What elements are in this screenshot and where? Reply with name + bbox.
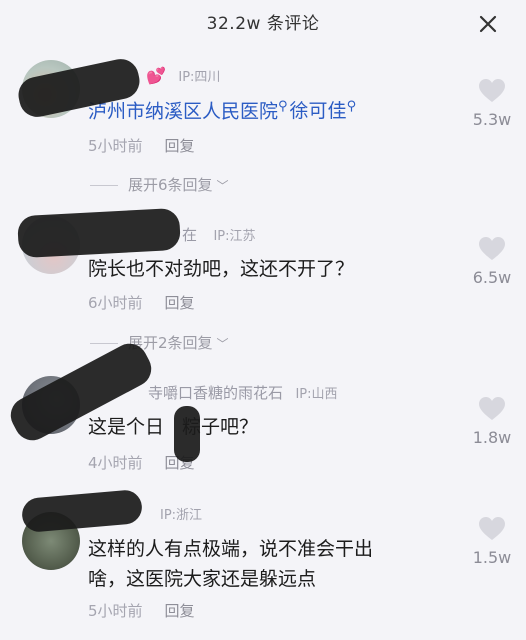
reply-button[interactable]: 回复	[165, 294, 195, 312]
comment-item: 💕 IP:四川 泸州市纳溪区人民医院⚲ 徐可佳⚲ 5小时前 回复 展开6条回复 ﹀ 5…	[0, 55, 526, 200]
heart-icon	[479, 237, 505, 260]
chevron-down-icon: ﹀	[216, 337, 229, 351]
comment-text-line: 这样的人有点极端，说不准会干出	[88, 538, 374, 560]
like-count: 5.3w	[472, 110, 512, 129]
like-count: 1.8w	[472, 428, 512, 447]
redaction-mark	[20, 488, 144, 534]
divider	[90, 185, 118, 186]
comment-text: 院长也不对劲吧，这还不开了？	[88, 258, 355, 280]
expand-replies-label: 展开6条回复	[128, 176, 213, 194]
expand-replies-button[interactable]: 展开6条回复 ﹀	[90, 174, 229, 195]
comment-time: 5小时前	[88, 602, 143, 620]
comment-item: 在 IP:江苏 院长也不对劲吧，这还不开了？ 6小时前 回复 展开2条回复 ﹀ 6.…	[0, 207, 526, 360]
like-button[interactable]: 5.3w	[464, 78, 520, 129]
comment-footer: 5小时前 回复	[88, 135, 195, 156]
comments-count-title: 32.2w 条评论	[206, 14, 320, 34]
comment-time: 4小时前	[88, 454, 143, 472]
like-button[interactable]: 1.5w	[464, 516, 520, 567]
ip-location: IP:江苏	[213, 229, 256, 244]
heart-icon	[479, 397, 505, 420]
search-link[interactable]: 泸州市纳溪区人民医院	[88, 100, 278, 122]
comment-text: 这样的人有点极端，说不准会干出 啥，这医院大家还是躲远点	[88, 534, 373, 594]
ip-location: IP:浙江	[160, 508, 203, 523]
comments-header: 32.2w 条评论	[0, 0, 526, 44]
reply-button[interactable]: 回复	[165, 602, 195, 620]
chevron-down-icon: ﹀	[216, 179, 229, 193]
comment-text-part: 这是个日	[88, 416, 165, 438]
search-link[interactable]: 徐可佳	[290, 100, 347, 122]
comment-item: 寺嚼口香糖的雨花石 IP:山西 这是个日 粽子吧？ 4小时前 回复 1.8w	[0, 337, 526, 490]
redaction-mark	[17, 207, 181, 259]
heart-icon	[479, 79, 505, 102]
username[interactable]: 在	[182, 226, 197, 244]
redaction-mark	[174, 406, 200, 462]
close-icon[interactable]	[476, 12, 500, 36]
comment-footer: 6小时前 回复	[88, 292, 195, 313]
comment-item: IP:浙江 这样的人有点极端，说不准会干出 啥，这医院大家还是躲远点 5小时前 回…	[0, 488, 526, 640]
ip-location: IP:山西	[295, 387, 338, 402]
comment-text-line: 啥，这医院大家还是躲远点	[88, 568, 317, 590]
comment-footer: 5小时前 回复	[88, 600, 195, 621]
divider	[90, 343, 118, 344]
ip-location: IP:四川	[178, 70, 221, 85]
username[interactable]: 寺嚼口香糖的雨花石	[148, 384, 283, 402]
like-count: 6.5w	[472, 268, 512, 287]
comment-time: 5小时前	[88, 137, 143, 155]
heart-badge-icon: 💕	[146, 66, 166, 85]
reply-button[interactable]: 回复	[165, 137, 195, 155]
search-icon: ⚲	[278, 99, 288, 114]
like-count: 1.5w	[472, 548, 512, 567]
heart-icon	[479, 517, 505, 540]
like-button[interactable]: 6.5w	[464, 236, 520, 287]
search-icon: ⚲	[346, 99, 357, 114]
comment-time: 6小时前	[88, 294, 143, 312]
like-button[interactable]: 1.8w	[464, 396, 520, 447]
